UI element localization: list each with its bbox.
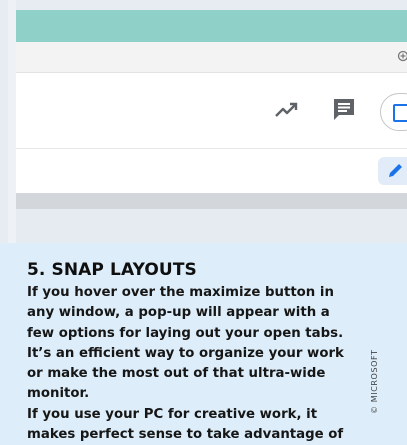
left-margin-strip: [8, 0, 16, 243]
screenshot-area: [0, 0, 407, 243]
pencil-icon: [387, 162, 404, 179]
photo-credit: © MICROSOFT: [370, 349, 379, 414]
present-icon: [393, 104, 407, 122]
article-paragraph-2: If you use your PC for creative work, it…: [27, 405, 357, 445]
trending-up-icon[interactable]: [274, 97, 300, 123]
present-button[interactable]: [380, 93, 407, 131]
article-paragraph-1: If you hover over the maximize button in…: [27, 283, 357, 405]
toolbar: [16, 73, 407, 149]
edit-button[interactable]: [378, 157, 407, 185]
teal-header-band: [16, 10, 407, 42]
browser-bar: [16, 42, 407, 73]
comment-icon[interactable]: [331, 96, 357, 122]
zoom-in-icon[interactable]: [397, 50, 407, 62]
article-section: 5. SNAP LAYOUTS If you hover over the ma…: [27, 260, 357, 445]
edit-row: [16, 149, 407, 193]
bottom-strip: [16, 209, 407, 243]
divider-band: [16, 193, 407, 209]
section-heading: 5. SNAP LAYOUTS: [27, 260, 357, 280]
